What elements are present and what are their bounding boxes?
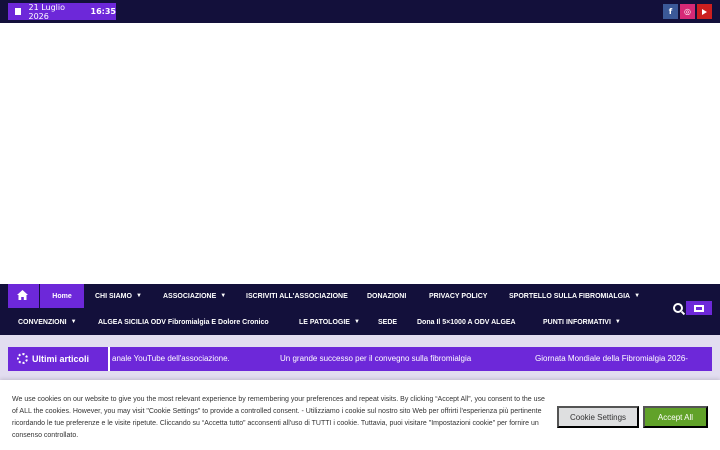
header-banner bbox=[0, 23, 720, 283]
accept-all-button[interactable]: Accept All bbox=[643, 406, 708, 428]
nav-label: ISCRIVITI ALL'ASSOCIAZIONE bbox=[246, 292, 348, 300]
home-icon bbox=[17, 290, 28, 300]
nav-label: SEDE bbox=[378, 318, 398, 326]
nav-label: Dona Il 5×1000 A ODV ALGEA bbox=[417, 318, 516, 326]
nav-dona-5x1000[interactable]: Dona Il 5×1000 A ODV ALGEA bbox=[417, 310, 516, 334]
nav-punti-informativi[interactable]: PUNTI INFORMATIVI ▼ bbox=[543, 310, 621, 334]
ticker-item[interactable]: Un grande successo per il convegno sulla… bbox=[280, 354, 471, 363]
youtube-icon[interactable] bbox=[697, 4, 712, 19]
caret-down-icon: ▼ bbox=[70, 319, 77, 325]
nav-sportello[interactable]: SPORTELLO SULLA FIBROMIALGIA ▼ bbox=[509, 284, 640, 308]
monitor-icon bbox=[694, 304, 704, 312]
caret-down-icon: ▼ bbox=[220, 293, 227, 299]
nav-home[interactable]: Home bbox=[40, 284, 84, 308]
search-icon[interactable] bbox=[673, 303, 683, 313]
date-text: 21 Luglio 2026 bbox=[28, 2, 66, 21]
nav-label: PRIVACY POLICY bbox=[429, 292, 488, 300]
calendar-icon bbox=[15, 8, 22, 15]
nav-convenzioni[interactable]: CONVENZIONI ▼ bbox=[18, 310, 77, 334]
nav-chi-siamo[interactable]: CHI SIAMO ▼ bbox=[95, 284, 142, 308]
cookie-settings-button[interactable]: Cookie Settings bbox=[557, 406, 639, 428]
nav-iscriviti[interactable]: ISCRIVITI ALL'ASSOCIAZIONE bbox=[246, 284, 348, 308]
spinner-icon bbox=[17, 353, 28, 364]
play-icon bbox=[702, 8, 707, 15]
nav-label: LE PATOLOGIE bbox=[299, 318, 350, 326]
nav-le-patologie[interactable]: LE PATOLOGIE ▼ bbox=[299, 310, 360, 334]
cookie-notice-text: We use cookies on our website to give yo… bbox=[12, 396, 545, 439]
date-time-box: 21 Luglio 2026 16:35 bbox=[8, 2, 116, 21]
nav-label: CHI SIAMO bbox=[95, 292, 132, 300]
caret-down-icon: ▼ bbox=[135, 293, 142, 299]
nav-label: PUNTI INFORMATIVI bbox=[543, 318, 611, 326]
nav-algea-sicilia[interactable]: ALGEA SICILIA ODV Fibromialgia E Dolore … bbox=[98, 310, 269, 334]
caret-down-icon: ▼ bbox=[614, 319, 621, 325]
nav-label: DONAZIONI bbox=[367, 292, 407, 300]
nav-associazione[interactable]: ASSOCIAZIONE ▼ bbox=[163, 284, 226, 308]
nav-label: ASSOCIAZIONE bbox=[163, 292, 217, 300]
nav-privacy-policy[interactable]: PRIVACY POLICY bbox=[429, 284, 487, 308]
time-text: 16:35 bbox=[90, 7, 116, 16]
nav-label: CONVENZIONI bbox=[18, 318, 67, 326]
nav-donazioni[interactable]: DONAZIONI bbox=[367, 284, 406, 308]
caret-down-icon: ▼ bbox=[353, 319, 360, 325]
caret-down-icon: ▼ bbox=[634, 293, 641, 299]
nav-sede[interactable]: SEDE bbox=[378, 310, 397, 334]
ticker-item[interactable]: Giornata Mondiale della Fibromialgia 202… bbox=[535, 354, 688, 363]
nav-label: SPORTELLO SULLA FIBROMIALGIA bbox=[509, 292, 631, 300]
nav-label: ALGEA SICILIA ODV Fibromialgia E Dolore … bbox=[98, 318, 269, 326]
facebook-icon[interactable]: f bbox=[663, 4, 678, 19]
instagram-icon[interactable]: ◎ bbox=[680, 4, 695, 19]
ticker-item[interactable]: anale YouTube dell'associazione. bbox=[112, 354, 230, 363]
monitor-button[interactable] bbox=[686, 301, 712, 315]
